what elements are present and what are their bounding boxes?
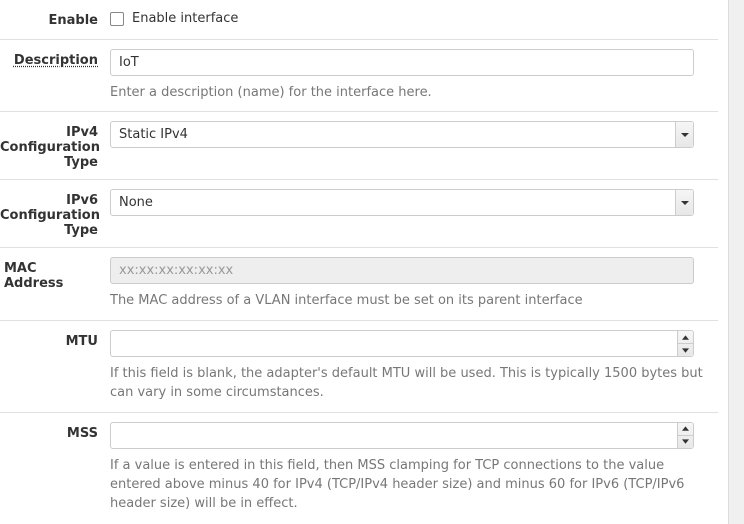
enable-checkbox-label: Enable interface	[132, 11, 238, 26]
label-ipv4: IPv4 Configuration Type	[0, 121, 110, 170]
label-mac: MAC Address	[0, 257, 110, 311]
number-stepper[interactable]	[677, 423, 693, 448]
ipv4-config-value: Static IPv4	[119, 127, 188, 142]
row-description: Description Enter a description (name) f…	[0, 39, 718, 112]
step-down-icon	[678, 344, 693, 356]
description-input[interactable]	[110, 49, 694, 76]
row-ipv4-config-type: IPv4 Configuration Type Static IPv4	[0, 111, 718, 179]
step-down-icon	[678, 436, 693, 448]
label-mtu: MTU	[0, 330, 110, 403]
mac-address-input	[110, 257, 694, 284]
ipv6-config-value: None	[119, 195, 153, 210]
description-help: Enter a description (name) for the inter…	[110, 84, 708, 103]
chevron-down-icon	[675, 122, 693, 147]
ipv6-config-select[interactable]: None	[110, 189, 694, 216]
enable-checkbox[interactable]: Enable interface	[110, 11, 238, 26]
label-ipv6: IPv6 Configuration Type	[0, 189, 110, 238]
row-ipv6-config-type: IPv6 Configuration Type None	[0, 179, 718, 247]
row-mss: MSS If a value is entered in this field,…	[0, 412, 718, 523]
step-up-icon	[678, 423, 693, 436]
number-stepper[interactable]	[677, 331, 693, 356]
mss-help: If a value is entered in this field, the…	[110, 457, 708, 514]
row-mtu: MTU If this field is blank, the adapter'…	[0, 320, 718, 412]
step-up-icon	[678, 331, 693, 344]
checkbox-box	[110, 12, 124, 26]
interface-config-form: Enable Enable interface Description Ente…	[0, 0, 718, 522]
label-enable: Enable	[0, 9, 110, 30]
ipv4-config-select[interactable]: Static IPv4	[110, 121, 694, 148]
label-description: Description	[0, 49, 110, 103]
row-enable: Enable Enable interface	[0, 0, 718, 39]
vertical-scrollbar[interactable]	[728, 0, 744, 524]
mss-input[interactable]	[110, 422, 694, 449]
mtu-help: If this field is blank, the adapter's de…	[110, 365, 708, 403]
chevron-down-icon	[675, 190, 693, 215]
mtu-input[interactable]	[110, 330, 694, 357]
mac-help: The MAC address of a VLAN interface must…	[110, 292, 708, 311]
label-mss: MSS	[0, 422, 110, 514]
row-mac-address: MAC Address The MAC address of a VLAN in…	[0, 247, 718, 320]
